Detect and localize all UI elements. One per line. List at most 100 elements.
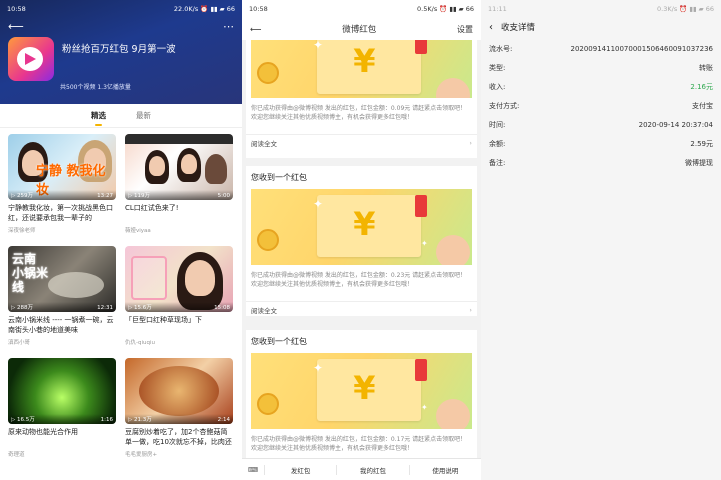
video-title: 宁静教我化妆，第一次挑战黑色口红，还说要承包我一辈子的 [8,204,113,222]
transaction-detail-screen: 11:11 0.3K/s ⏰ ▮▮ ▰ 66 ‹ 收支详情 流水号: 202009… [481,0,721,480]
red-packet-banner: ¥ ✦ [251,40,472,98]
red-packet-message: 你已成功获得由@微博视频 发出的红包，红包金额：0.09元 请赶紧点击领取吧！欢… [251,105,467,121]
row-label: 类型: [489,63,506,72]
video-thumbnail[interactable]: 宁静 教我化妆 ▷ 259万13:27 [8,134,116,200]
play-count: ▷ 16.5万 [11,417,35,423]
video-duration: 5:00 [217,193,230,199]
detail-row-balance: 余额: 2.59元 [489,134,713,153]
video-author: 滇西小哥 [8,340,31,346]
status-time: 10:58 [7,5,26,13]
collection-stats: 共500个视频 1.3亿播放量 [60,84,131,91]
video-duration: 1:16 [100,417,113,423]
status-indicators: 0.5K/s ⏰ ▮▮ ▰ 66 [417,5,474,13]
row-value: 转账 [699,63,713,72]
video-thumbnail[interactable]: ▷ 15.6万 15:08 [125,246,233,312]
status-time: 10:58 [249,5,268,13]
status-bar: 10:58 0.5K/s ⏰ ▮▮ ▰ 66 [242,0,481,18]
back-arrow-icon[interactable]: ⟵ [8,20,24,33]
video-title: 豆腐别炒着吃了，加2个杏鲍菇简单一做，吃10次就忘不掉，比肉还 [125,428,232,446]
card-header: 您收到一个红包 [251,337,307,346]
yen-icon: ¥ [353,205,376,243]
red-packet-banner: ¥ ✦ ✦ [251,189,472,265]
video-author: 奇理道 [8,452,25,458]
income-value: 2.16元 [690,82,713,91]
video-title: 「巨型口红种草现场」下 [125,316,202,324]
video-author: 深夜徐老师 [8,228,36,234]
read-more-link[interactable]: 阅读全文 [251,138,277,148]
red-packet-message: 你已成功获得由@微博视频 发出的红包，红包金额：0.17元 请赶紧点击领取吧！欢… [251,436,467,451]
play-count: ▷ 288万 [11,305,33,311]
video-title: 云南小锅米线 ---- 一锅煮一碗，云南街头小巷的地道美味 [8,316,114,334]
send-red-packet-button[interactable]: 发红包 [264,464,336,475]
red-packet-card[interactable]: 您收到一个红包 ¥ ✦ ✦ 你已成功获得由@微博视频 发出的红包，红包金额：0.… [246,330,477,458]
video-duration: 13:27 [97,193,113,199]
row-label: 收入: [489,82,506,91]
detail-row-time: 时间: 2020-09-14 20:37:04 [489,115,713,134]
video-card[interactable]: ▷ 119万 5:00 CL口红试色来了! 薇娅viyaa [125,134,233,246]
page-title: 收支详情 [501,23,536,33]
tab-latest[interactable]: 最新 [136,110,151,121]
chevron-right-icon: › [469,306,472,314]
video-author: 毛毛爱厨房+ [125,452,158,458]
tab-featured[interactable]: 精选 [91,110,106,126]
video-card[interactable]: ▷ 15.6万 15:08 「巨型口红种草现场」下 仇仇-qiuqiu [125,246,233,358]
video-duration: 12:31 [97,305,113,311]
collection-header: 10:58 22.0K/s ⏰ ▮▮ ▰ 66 ⟵ ⋯ 粉丝抢百万红包 9月第一… [0,0,242,104]
row-value: 20200914110070001506460091037236 [570,44,713,53]
detail-row-note: 备注: 微博提现 [489,153,713,172]
row-label: 备注: [489,158,506,167]
status-bar: 10:58 22.0K/s ⏰ ▮▮ ▰ 66 [0,0,242,18]
collection-logo [8,37,54,81]
thumbnail-caption: 云南 小锅米线 [12,252,49,294]
row-value: 2020-09-14 20:37:04 [638,120,713,129]
detail-row-serial: 流水号: 20200914110070001506460091037236 [489,39,713,58]
play-count: ▷ 15.6万 [128,305,152,311]
row-label: 流水号: [489,44,513,53]
red-packet-card[interactable]: ¥ ✦ 你已成功获得由@微博视频 发出的红包，红包金额：0.09元 请赶紧点击领… [246,40,477,158]
video-author: 仇仇-qiuqiu [125,340,155,346]
keyboard-icon[interactable]: ⌨ [242,466,264,474]
status-time: 11:11 [488,5,507,13]
video-collection-screen: 10:58 22.0K/s ⏰ ▮▮ ▰ 66 ⟵ ⋯ 粉丝抢百万红包 9月第一… [0,0,242,480]
tab-bar: 精选 最新 [0,104,242,128]
bottom-menu-bar: ⌨ 发红包 我的红包 使用说明 [242,458,481,480]
detail-list: 流水号: 20200914110070001506460091037236 类型:… [481,36,721,175]
page-title: 微博红包 [342,25,377,35]
video-card[interactable]: 云南 小锅米线 ▷ 288万 12:31 云南小锅米线 ---- 一锅煮一碗，云南… [8,246,116,358]
instructions-button[interactable]: 使用说明 [408,464,481,475]
yen-icon: ¥ [353,369,376,407]
video-duration: 2:14 [217,417,230,423]
detail-row-payment: 支付方式: 支付宝 [489,96,713,115]
video-thumbnail[interactable]: 云南 小锅米线 ▷ 288万 12:31 [8,246,116,312]
play-count: ▷ 21.3万 [128,417,152,423]
chevron-left-icon[interactable]: ‹ [489,22,493,33]
settings-link[interactable]: 设置 [457,24,473,35]
my-red-packets-button[interactable]: 我的红包 [336,464,408,475]
card-header: 您收到一个红包 [251,173,307,182]
play-count: ▷ 119万 [128,193,150,199]
video-thumbnail[interactable]: ▷ 21.3万 2:14 [125,358,233,424]
video-thumbnail[interactable]: ▷ 16.5万 1:16 [8,358,116,424]
status-indicators: 22.0K/s ⏰ ▮▮ ▰ 66 [173,5,235,13]
chevron-right-icon: › [469,139,472,147]
play-count: ▷ 259万 [11,193,33,199]
play-icon [25,53,36,65]
red-packet-message: 你已成功获得由@微博视频 发出的红包，红包金额：0.23元 请赶紧点击领取吧！欢… [251,272,467,288]
read-more-link[interactable]: 阅读全文 [251,305,277,315]
back-arrow-icon[interactable]: ⟵ [250,25,261,34]
video-card[interactable]: 宁静 教我化妆 ▷ 259万13:27 宁静教我化妆，第一次挑战黑色口红，还说要… [8,134,116,246]
video-thumbnail[interactable]: ▷ 119万 5:00 [125,134,233,200]
collection-title: 粉丝抢百万红包 9月第一波 [62,44,176,55]
video-card[interactable]: ▷ 21.3万 2:14 豆腐别炒着吃了，加2个杏鲍菇简单一做，吃10次就忘不掉，… [125,358,233,470]
yen-icon: ¥ [353,42,376,80]
more-icon[interactable]: ⋯ [223,20,234,33]
row-label: 时间: [489,120,506,129]
row-value: 微博提现 [685,158,713,167]
row-label: 余额: [489,139,506,148]
red-packet-card[interactable]: 您收到一个红包 ¥ ✦ ✦ 你已成功获得由@微博视频 发出的红包，红包金额：0.… [246,166,477,316]
video-duration: 15:08 [214,305,230,311]
row-value: 支付宝 [692,101,713,110]
status-bar: 11:11 0.3K/s ⏰ ▮▮ ▰ 66 [481,0,721,18]
status-indicators: 0.3K/s ⏰ ▮▮ ▰ 66 [657,5,714,13]
video-card[interactable]: ▷ 16.5万 1:16 原来动物也能光合作用 奇理道 [8,358,116,470]
